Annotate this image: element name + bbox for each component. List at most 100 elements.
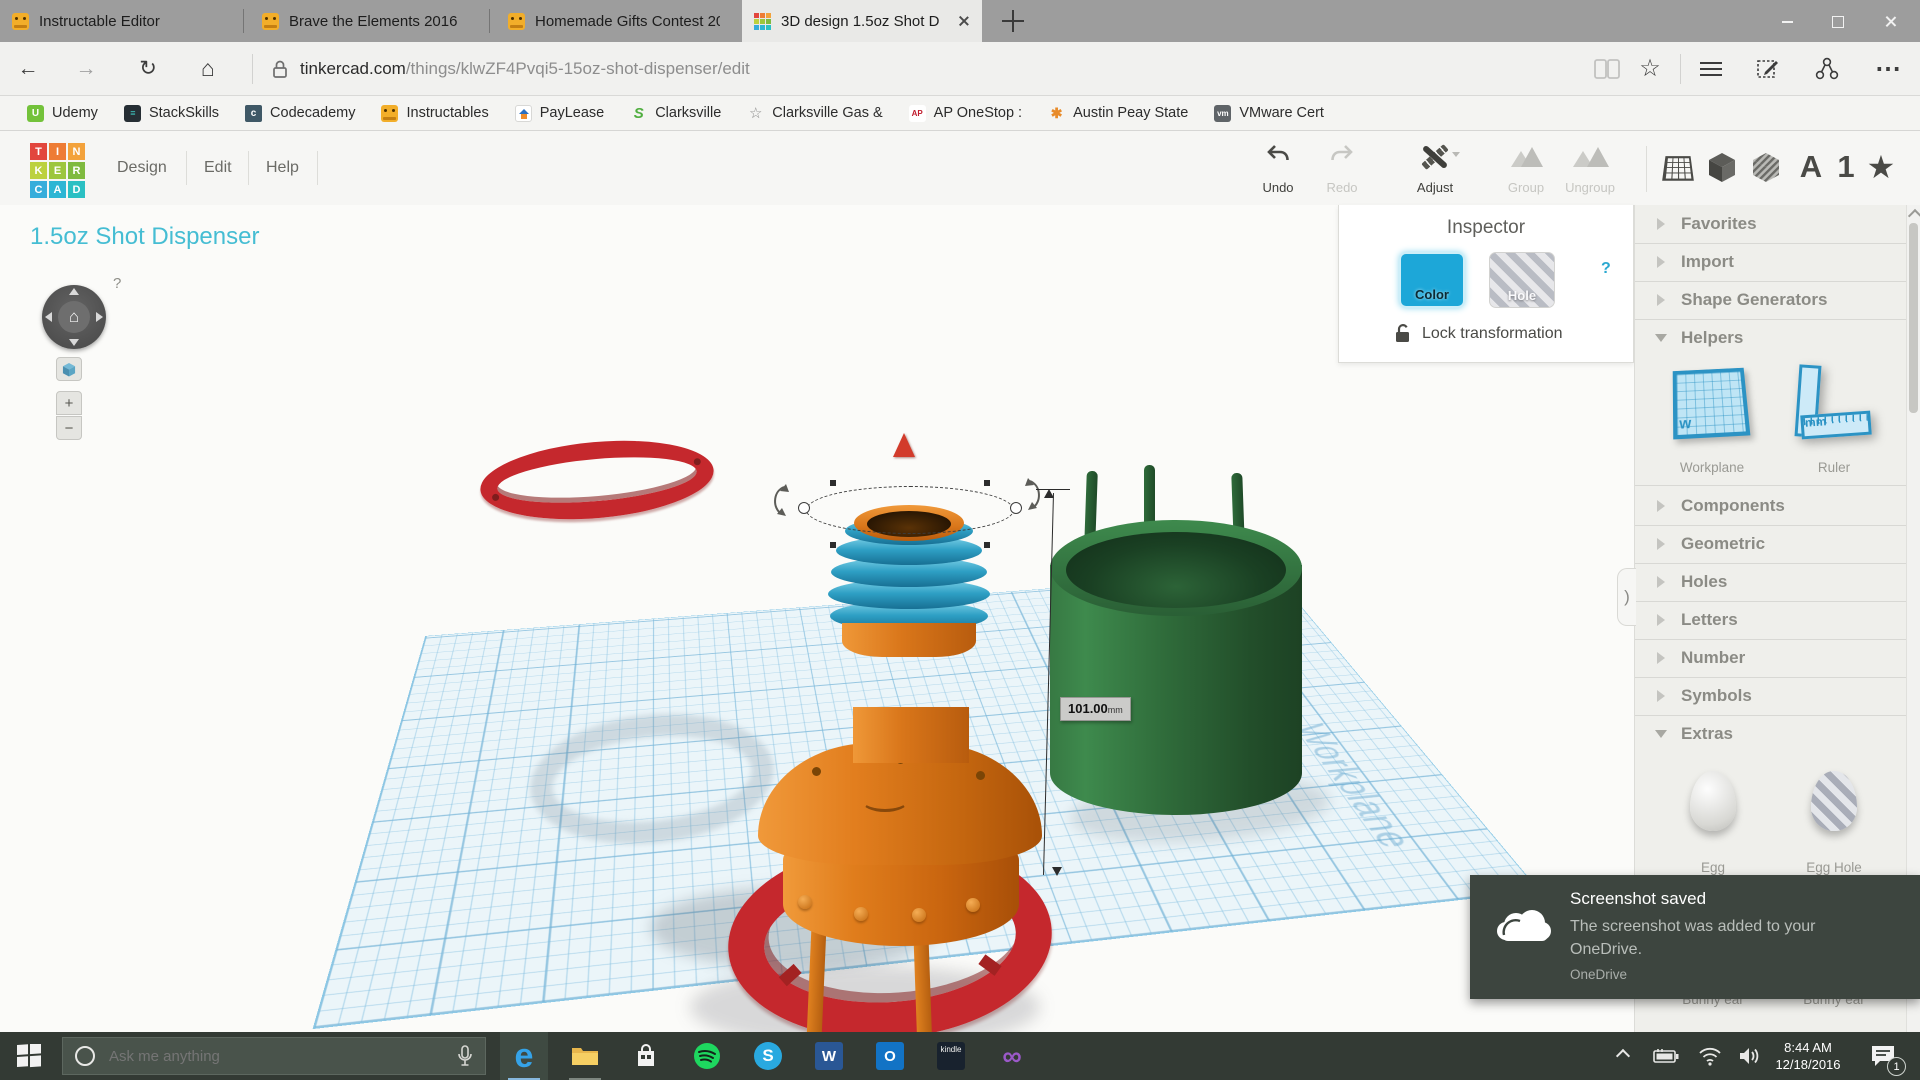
view-help-mark[interactable]: ?	[113, 275, 121, 292]
more-actions-icon[interactable]: ⋯	[1868, 42, 1908, 95]
corner-handle[interactable]	[984, 480, 990, 486]
scrollbar-thumb[interactable]	[1909, 223, 1918, 413]
tab-instructable-editor[interactable]: Instructable Editor	[0, 0, 236, 42]
design-title[interactable]: 1.5oz Shot Dispenser	[30, 223, 259, 251]
action-center-button[interactable]: 1	[1858, 1032, 1908, 1080]
corner-handle[interactable]	[830, 542, 836, 548]
forward-icon[interactable]: →	[66, 42, 106, 95]
scroll-up-icon[interactable]	[1908, 209, 1920, 223]
favorites-star-icon[interactable]: ★	[1862, 147, 1900, 187]
dispenser-body-shape[interactable]	[750, 395, 1050, 955]
height-arrow-handle[interactable]	[893, 433, 915, 457]
tray-wifi-icon[interactable]	[1690, 1032, 1730, 1080]
sidebar-section-symbols[interactable]: Symbols	[1635, 677, 1907, 716]
bookmark-vmware[interactable]: vm VMware Cert	[1201, 96, 1337, 131]
sidebar-section-import[interactable]: Import	[1635, 243, 1907, 282]
fit-view-button[interactable]	[56, 357, 82, 381]
inspector-help-mark[interactable]: ?	[1601, 260, 1611, 278]
menu-edit[interactable]: Edit	[204, 131, 232, 205]
start-button[interactable]	[5, 1032, 53, 1080]
rotate-up-icon[interactable]	[69, 288, 79, 295]
hole-cube-icon[interactable]	[1748, 147, 1784, 187]
tray-show-hidden-icons[interactable]	[1604, 1032, 1642, 1080]
cortana-search-box[interactable]	[62, 1037, 486, 1075]
favorite-star-icon[interactable]: ☆	[1630, 42, 1670, 95]
sidebar-section-helpers[interactable]: Helpers	[1635, 319, 1907, 357]
tinkercad-logo[interactable]: T I N K E R C A D	[30, 143, 85, 198]
back-icon[interactable]: ←	[8, 42, 48, 95]
sidebar-section-letters[interactable]: Letters	[1635, 601, 1907, 640]
rotate-left-icon[interactable]	[45, 312, 52, 322]
workplane-toggle-icon[interactable]	[1660, 147, 1696, 187]
letters-shortcut-icon[interactable]: A	[1794, 147, 1828, 187]
scale-handle[interactable]	[1010, 502, 1022, 514]
sidebar-section-shape-generators[interactable]: Shape Generators	[1635, 281, 1907, 320]
menu-design[interactable]: Design	[117, 131, 167, 205]
sidebar-collapse-handle[interactable]: )	[1617, 568, 1636, 626]
zoom-out-button[interactable]: −	[56, 416, 82, 440]
microphone-icon[interactable]	[457, 1044, 473, 1068]
solid-cube-icon[interactable]	[1704, 147, 1740, 187]
sidebar-section-favorites[interactable]: Favorites	[1635, 205, 1907, 244]
bookmark-codecademy[interactable]: c Codecademy	[232, 96, 368, 131]
dimension-label[interactable]: 101.00mm	[1060, 697, 1131, 721]
window-minimize-button[interactable]	[1762, 0, 1812, 42]
sidebar-section-extras[interactable]: Extras	[1635, 715, 1907, 753]
url-field[interactable]: tinkercad.com/things/klwZF4Pvqi5-15oz-sh…	[300, 42, 750, 95]
color-swatch-button[interactable]: Color	[1399, 252, 1465, 308]
taskbar-kindle-button[interactable]: kindle	[927, 1032, 975, 1080]
taskbar-store-button[interactable]	[622, 1032, 670, 1080]
tray-battery-icon[interactable]	[1646, 1032, 1686, 1080]
search-input[interactable]	[107, 1047, 411, 1066]
bookmark-clarksville-gas[interactable]: ☆ Clarksville Gas &	[734, 96, 895, 131]
scale-handle[interactable]	[798, 502, 810, 514]
green-cup-shape[interactable]	[1050, 465, 1306, 825]
reading-view-icon[interactable]	[1594, 58, 1620, 80]
lock-transformation-control[interactable]: Lock transformation	[1394, 323, 1563, 344]
sidebar-section-components[interactable]: Components	[1635, 487, 1907, 526]
bookmark-stackskills[interactable]: ≡ StackSkills	[111, 96, 232, 131]
taskbar-file-explorer-button[interactable]	[561, 1032, 609, 1080]
window-close-button[interactable]	[1866, 0, 1916, 42]
taskbar-outlook-button[interactable]: O	[866, 1032, 914, 1080]
adjust-button[interactable]: Adjust	[1400, 143, 1470, 195]
web-note-icon[interactable]	[1756, 57, 1780, 81]
bookmark-clarksville[interactable]: S Clarksville	[617, 96, 734, 131]
window-maximize-button[interactable]	[1812, 0, 1862, 42]
sidebar-section-holes[interactable]: Holes	[1635, 563, 1907, 602]
tab-close-icon[interactable]	[958, 15, 970, 27]
tray-clock[interactable]: 8:44 AM 12/18/2016	[1762, 1039, 1854, 1073]
bookmark-udemy[interactable]: U Udemy	[14, 96, 111, 131]
rotate-down-icon[interactable]	[69, 339, 79, 346]
bookmark-ap-onestop[interactable]: AP AP OneStop :	[896, 96, 1035, 131]
rotate-right-icon[interactable]	[96, 312, 103, 322]
taskbar-skype-button[interactable]: S	[744, 1032, 792, 1080]
view-navigation-pad[interactable]: ⌂	[42, 285, 106, 349]
tab-homemade-gifts[interactable]: Homemade Gifts Contest 20	[496, 0, 732, 42]
sidebar-section-number[interactable]: Number	[1635, 639, 1907, 678]
corner-handle[interactable]	[984, 542, 990, 548]
red-ring-shape[interactable]	[477, 432, 717, 528]
undo-button[interactable]: Undo	[1243, 143, 1313, 195]
tab-brave-elements[interactable]: Brave the Elements 2016	[250, 0, 486, 42]
bookmark-austin-peay[interactable]: ✱ Austin Peay State	[1035, 96, 1201, 131]
refresh-icon[interactable]: ↻	[128, 42, 168, 95]
home-icon[interactable]: ⌂	[188, 42, 228, 95]
zoom-in-button[interactable]: +	[56, 391, 82, 415]
tab-3d-design-active[interactable]: 3D design 1.5oz Shot D	[742, 0, 982, 42]
taskbar-word-button[interactable]: W	[805, 1032, 853, 1080]
menu-help[interactable]: Help	[266, 131, 299, 205]
corner-handle[interactable]	[830, 480, 836, 486]
taskbar-visual-studio-button[interactable]: ∞	[988, 1032, 1036, 1080]
taskbar-edge-button[interactable]: e	[500, 1032, 548, 1080]
sidebar-section-geometric[interactable]: Geometric	[1635, 525, 1907, 564]
view-home-icon[interactable]: ⌂	[58, 301, 90, 333]
onedrive-toast[interactable]: Screenshot saved The screenshot was adde…	[1470, 875, 1920, 999]
extra-egg-item[interactable]	[1690, 771, 1736, 831]
share-icon[interactable]	[1814, 56, 1840, 82]
number-shortcut-icon[interactable]: 1	[1832, 147, 1860, 187]
helper-ruler-item[interactable]: mm	[1793, 365, 1879, 445]
bookmark-instructables[interactable]: Instructables	[368, 96, 501, 131]
extra-egg-hole-item[interactable]	[1811, 771, 1857, 831]
helper-workplane-item[interactable]: w	[1673, 367, 1753, 443]
